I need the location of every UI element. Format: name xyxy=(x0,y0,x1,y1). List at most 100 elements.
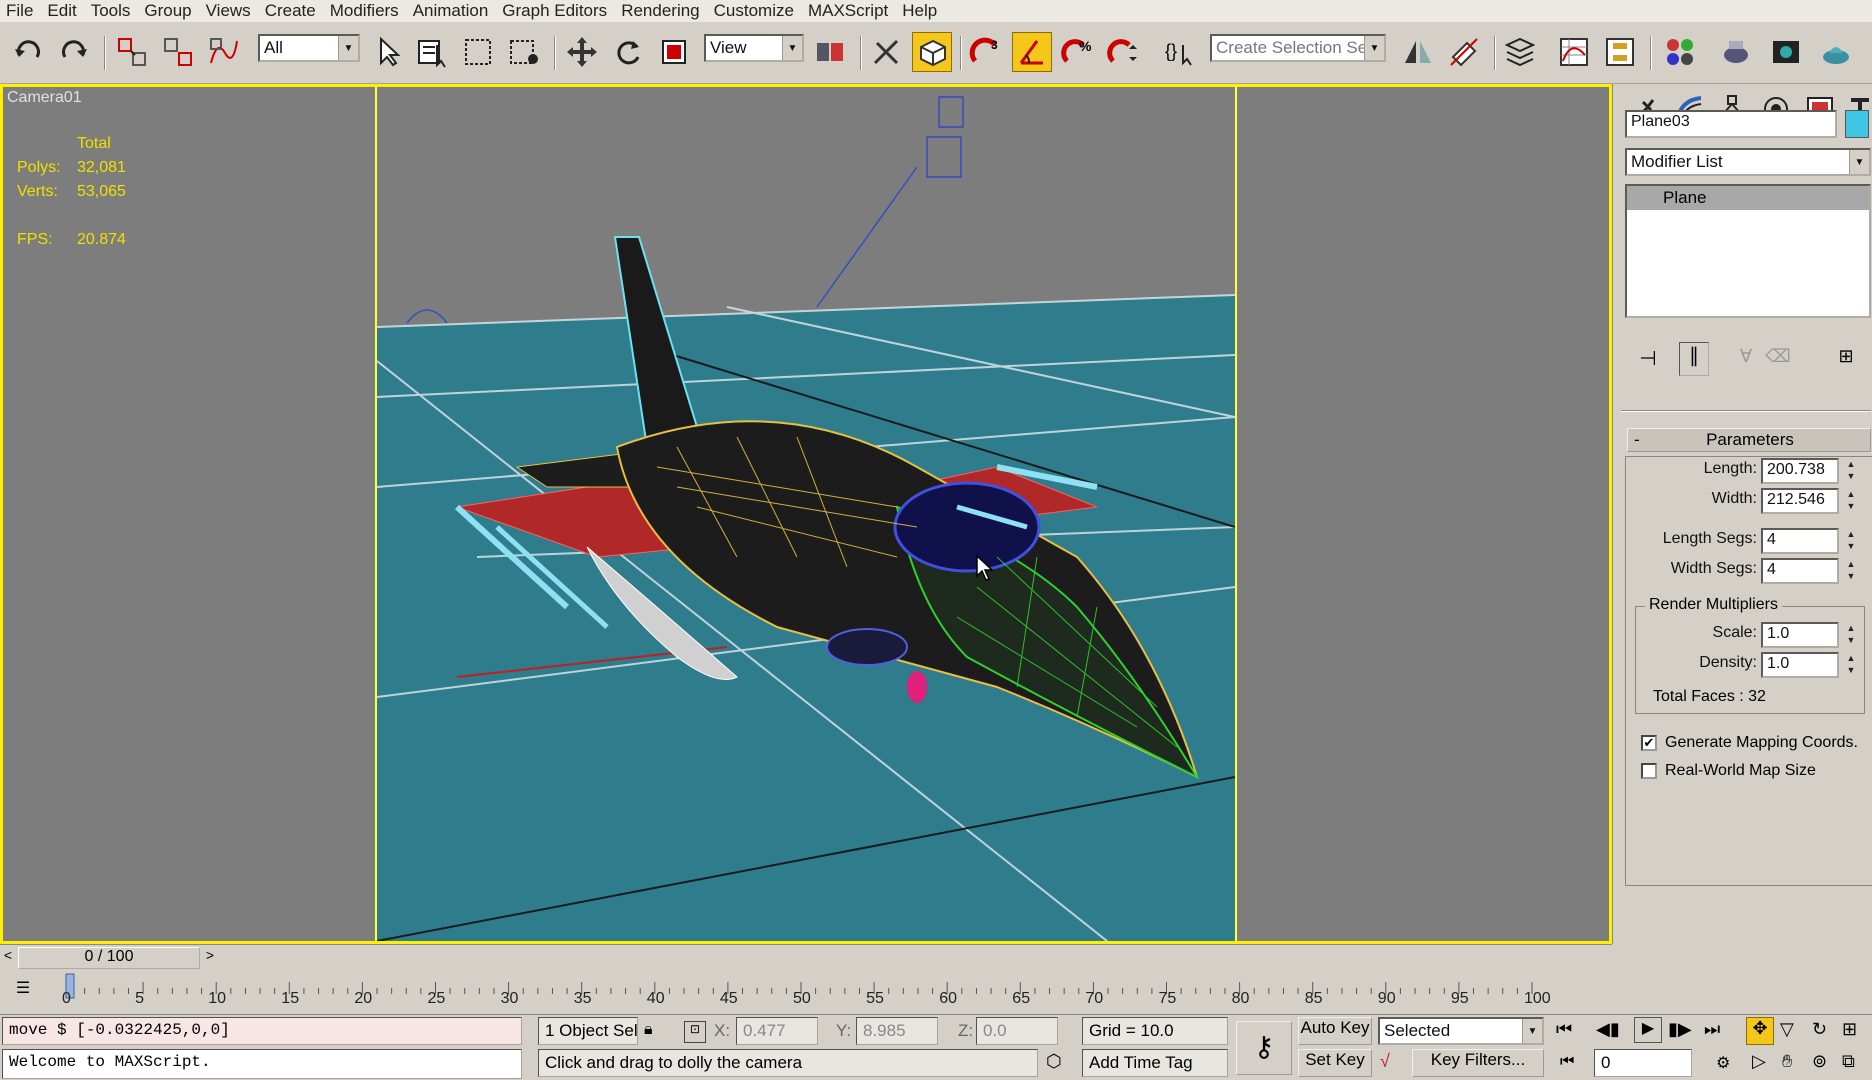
current-frame-field[interactable]: 0 xyxy=(1594,1049,1692,1077)
object-name-field[interactable]: Plane03 xyxy=(1625,110,1837,138)
width-segs-input[interactable]: 4 xyxy=(1761,558,1839,584)
scale-icon[interactable] xyxy=(654,32,694,72)
menu-group[interactable]: Group xyxy=(142,1,203,21)
menu-file[interactable]: File xyxy=(4,1,45,21)
selection-filter-dropdown[interactable]: All ▼ xyxy=(258,34,360,62)
select-link-icon[interactable] xyxy=(112,32,152,72)
layer-manager-icon[interactable] xyxy=(1500,32,1540,72)
render-setup-icon[interactable] xyxy=(1716,32,1756,72)
named-selection-set-dropdown[interactable]: Create Selection Set ▼ xyxy=(1210,34,1386,62)
absolute-mode-icon[interactable]: ⊡ xyxy=(684,1021,706,1043)
stack-item-plane[interactable]: Plane xyxy=(1627,186,1869,210)
time-prev-button[interactable]: < xyxy=(0,947,16,969)
configure-modifier-sets-icon[interactable]: ⊞ xyxy=(1831,346,1861,376)
go-to-end-icon[interactable]: ⏭ xyxy=(1704,1019,1720,1040)
remove-modifier-icon[interactable]: ⌫ xyxy=(1763,346,1793,376)
key-mode-dropdown[interactable]: Selected ▼ xyxy=(1378,1017,1544,1045)
window-crossing-icon[interactable] xyxy=(504,32,544,72)
maxscript-output[interactable]: Welcome to MAXScript. xyxy=(2,1049,522,1079)
angle-snap-icon[interactable] xyxy=(1012,32,1052,72)
keyboard-shortcut-icon[interactable] xyxy=(912,32,952,72)
density-input[interactable]: 1.0 xyxy=(1761,652,1839,678)
time-tag-cube-icon[interactable]: ⬡ xyxy=(1046,1051,1062,1072)
bind-spacewarp-icon[interactable] xyxy=(204,32,244,72)
width-spinner[interactable]: ▲ ▼ xyxy=(1843,488,1859,514)
modifier-list-dropdown[interactable]: Modifier List ▼ xyxy=(1625,148,1871,176)
material-editor-icon[interactable] xyxy=(1660,32,1700,72)
scale-input[interactable]: 1.0 xyxy=(1761,622,1839,648)
menu-rendering[interactable]: Rendering xyxy=(619,1,711,21)
key-icon[interactable]: ⚷ xyxy=(1236,1021,1292,1075)
key-mode-toggle-icon[interactable]: ⏮ xyxy=(1560,1053,1574,1071)
z-coordinate-field[interactable]: 0.0 xyxy=(976,1017,1058,1045)
menu-maxscript[interactable]: MAXScript xyxy=(806,1,900,21)
parameters-rollout-header[interactable]: - Parameters xyxy=(1627,428,1871,452)
go-to-start-icon[interactable]: ⏮ xyxy=(1556,1019,1572,1040)
perspective-icon[interactable]: ▽ xyxy=(1780,1019,1794,1040)
unlink-icon[interactable] xyxy=(158,32,198,72)
play-icon[interactable]: ▶ xyxy=(1634,1017,1662,1043)
pan-camera-icon[interactable]: ✋︎ xyxy=(1782,1051,1792,1072)
rotate-icon[interactable] xyxy=(608,32,648,72)
width-segs-spinner[interactable]: ▲ ▼ xyxy=(1843,558,1859,584)
menu-modifiers[interactable]: Modifiers xyxy=(328,1,411,21)
menu-animation[interactable]: Animation xyxy=(411,1,501,21)
width-input[interactable]: 212.546 xyxy=(1761,488,1839,514)
menu-graph-editors[interactable]: Graph Editors xyxy=(500,1,619,21)
menu-create[interactable]: Create xyxy=(263,1,328,21)
menu-edit[interactable]: Edit xyxy=(45,1,88,21)
align-icon[interactable] xyxy=(1444,32,1484,72)
set-key-button[interactable]: Set Key xyxy=(1298,1049,1372,1077)
zoom-extents-all-icon[interactable]: ⊞ xyxy=(1842,1019,1857,1040)
orbit-camera-icon[interactable]: ⊚ xyxy=(1812,1051,1827,1072)
real-world-map-checkbox[interactable] xyxy=(1641,763,1657,779)
make-unique-icon[interactable]: ∀ xyxy=(1731,346,1761,376)
rendered-frame-icon[interactable] xyxy=(1766,32,1806,72)
time-config-icon[interactable]: ⚙ xyxy=(1716,1053,1730,1073)
select-manipulate-icon[interactable] xyxy=(866,32,906,72)
pin-stack-icon[interactable]: ⊣ xyxy=(1633,346,1663,376)
named-selection-icon[interactable]: {} xyxy=(1160,32,1200,72)
length-segs-spinner[interactable]: ▲ ▼ xyxy=(1843,528,1859,554)
camera-viewport[interactable]: Camera01 Total Polys: 32,081 Verts: 53,0… xyxy=(0,84,1612,944)
viewport-label[interactable]: Camera01 xyxy=(7,89,82,107)
time-slider-thumb[interactable]: 0 / 100 xyxy=(18,947,200,969)
next-frame-icon[interactable]: ▮▶ xyxy=(1668,1019,1692,1040)
menu-views[interactable]: Views xyxy=(204,1,263,21)
density-spinner[interactable]: ▲ ▼ xyxy=(1843,652,1859,678)
menu-customize[interactable]: Customize xyxy=(712,1,806,21)
menu-tools[interactable]: Tools xyxy=(89,1,143,21)
scale-spinner[interactable]: ▲ ▼ xyxy=(1843,622,1859,648)
curve-editor-icon[interactable] xyxy=(1554,32,1594,72)
reference-coord-dropdown[interactable]: View ▼ xyxy=(704,34,804,62)
time-next-button[interactable]: > xyxy=(202,947,218,969)
snap-3d-icon[interactable]: 3 xyxy=(966,32,1006,72)
auto-key-button[interactable]: Auto Key xyxy=(1298,1017,1372,1045)
rect-selection-icon[interactable] xyxy=(458,32,498,72)
field-of-view-icon[interactable]: ▷ xyxy=(1752,1051,1766,1072)
schematic-view-icon[interactable] xyxy=(1600,32,1640,72)
object-color-swatch[interactable] xyxy=(1845,110,1869,138)
use-pivot-icon[interactable] xyxy=(810,32,850,72)
mini-curve-editor-icon[interactable]: ☰ xyxy=(10,978,36,1004)
length-input[interactable]: 200.738 xyxy=(1761,458,1839,484)
previous-frame-icon[interactable]: ◀▮ xyxy=(1596,1019,1620,1040)
menu-help[interactable]: Help xyxy=(900,1,949,21)
mirror-icon[interactable] xyxy=(1398,32,1438,72)
key-filters-button[interactable]: Key Filters... xyxy=(1412,1049,1544,1077)
generate-mapping-checkbox[interactable]: ✔ xyxy=(1641,735,1657,751)
track-bar[interactable]: ☰ 0 5 10 15 20 25 30 35 40 45 50 55 60 65 70 75 80 85 90 95… xyxy=(0,972,1612,1014)
move-icon[interactable] xyxy=(562,32,602,72)
length-segs-input[interactable]: 4 xyxy=(1761,528,1839,554)
redo-icon[interactable] xyxy=(54,32,94,72)
percent-snap-icon[interactable]: % xyxy=(1058,32,1098,72)
select-object-icon[interactable] xyxy=(368,32,408,72)
roll-camera-icon[interactable]: ↻ xyxy=(1812,1019,1827,1040)
select-by-name-icon[interactable] xyxy=(412,32,452,72)
length-spinner[interactable]: ▲ ▼ xyxy=(1843,458,1859,484)
default-tangent-icon[interactable]: √ xyxy=(1380,1051,1390,1072)
show-end-result-icon[interactable]: ∥ xyxy=(1679,342,1709,376)
maximize-viewport-icon[interactable]: ⧉ xyxy=(1842,1051,1855,1072)
maxscript-mini-listener[interactable]: move $ [-0.0322425,0,0] xyxy=(2,1017,522,1045)
spinner-snap-icon[interactable] xyxy=(1104,32,1144,72)
